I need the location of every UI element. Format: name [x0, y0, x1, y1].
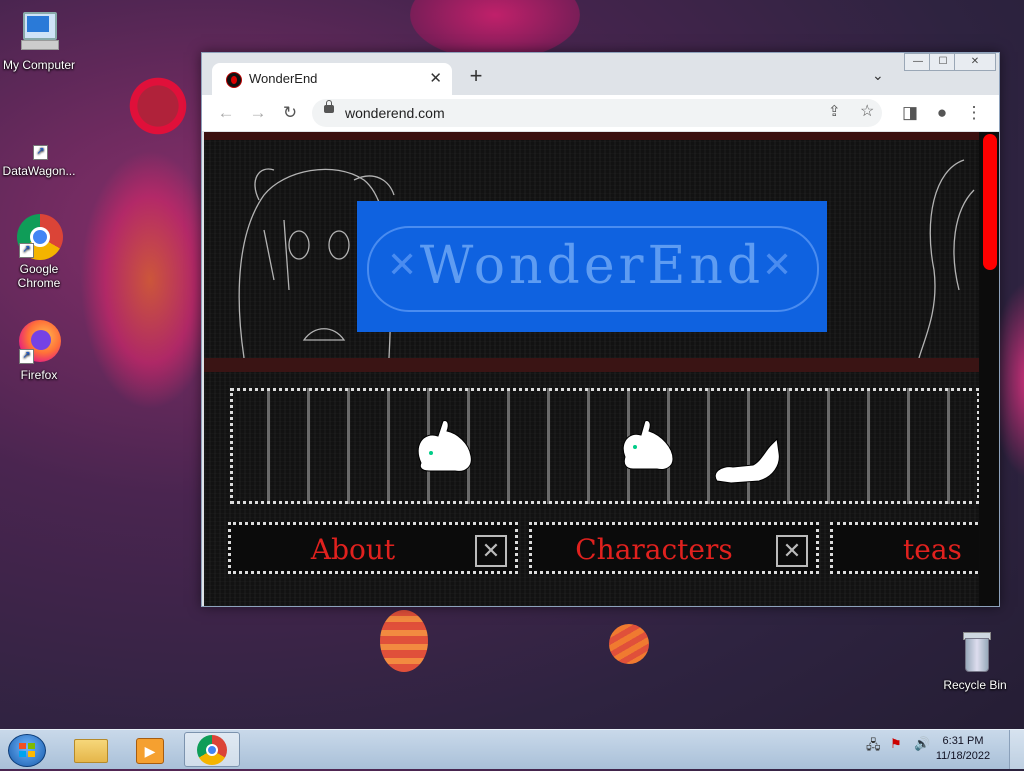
tab-close-icon[interactable]: ✕ [429, 69, 442, 87]
nav-label: About [310, 533, 396, 566]
address-bar[interactable]: wonderend.com ⇪ ☆ [312, 99, 882, 127]
scrollbar-thumb[interactable] [983, 134, 997, 270]
network-icon[interactable]: 🖧 [866, 736, 881, 758]
taskbar-media-player[interactable]: ▶ [122, 732, 178, 767]
close-box-icon: ✕ [776, 535, 808, 567]
nav-teas-button[interactable]: teas [830, 522, 990, 574]
folder-icon [74, 739, 108, 763]
lock-icon [324, 100, 334, 113]
url-text: wonderend.com [345, 105, 445, 121]
datawagon-icon: ↗ [17, 136, 61, 160]
menu-kebab-icon[interactable]: ⋮ [964, 103, 984, 123]
bunny-fence-banner [230, 388, 980, 504]
desktop-icon-label: Firefox [20, 368, 58, 382]
wonderend-page: ✕ ✕ WonderEnd About ✕ Characters ✕ teas [204, 132, 990, 606]
page-scrollbar[interactable] [979, 132, 999, 606]
tab-wonderend[interactable]: WonderEnd ✕ [212, 63, 452, 95]
forward-arrow-icon[interactable]: → [248, 103, 268, 123]
desktop-icon-firefox[interactable]: ↗ Firefox [0, 320, 78, 382]
tab-strip: WonderEnd ✕ + ⌄ — ☐ ✕ [202, 53, 999, 95]
close-window-button[interactable]: ✕ [954, 53, 996, 71]
bookmark-star-icon[interactable]: ☆ [860, 101, 874, 121]
side-panel-icon[interactable]: ◨ [900, 103, 920, 123]
media-player-icon: ▶ [136, 738, 164, 764]
desktop-icon-datawagon[interactable]: ↗ DataWagon... [0, 136, 78, 178]
clock-date: 11/18/2022 [935, 750, 991, 762]
windows-logo-icon [19, 743, 35, 757]
chrome-icon: ↗ [17, 214, 63, 260]
nav-label: Characters [575, 533, 733, 566]
recycle-bin-icon [953, 630, 997, 674]
site-favicon-icon [226, 72, 242, 88]
new-tab-button[interactable]: + [464, 64, 488, 88]
wallpaper-orb-left [380, 610, 428, 672]
wallpaper-sun [122, 70, 194, 142]
header-divider [204, 358, 979, 372]
chrome-center-icon [206, 744, 218, 756]
reload-icon[interactable]: ↻ [280, 103, 300, 123]
desktop-icon-label: Recycle Bin [943, 678, 1007, 692]
site-logo[interactable]: ✕ ✕ WonderEnd [357, 201, 827, 332]
show-desktop-button[interactable] [1009, 730, 1024, 769]
wallpaper-swirl [80, 150, 220, 410]
desktop-icon-recycle-bin[interactable]: Recycle Bin [936, 630, 1014, 692]
minimize-button[interactable]: — [904, 53, 932, 71]
share-icon[interactable]: ⇪ [828, 102, 841, 120]
computer-icon [17, 10, 61, 54]
tab-title: WonderEnd [249, 71, 318, 86]
system-clock[interactable]: 6:31 PM 11/18/2022 [928, 734, 998, 764]
logo-text: WonderEnd [419, 236, 765, 296]
desktop-icon-google-chrome[interactable]: ↗ Google Chrome [0, 214, 78, 290]
taskbar: ▶ 🖧 ⚑ 🔊 6:31 PM 11/18/2022 [0, 729, 1024, 769]
firefox-icon: ↗ [17, 320, 61, 364]
desktop-icon-label: My Computer [2, 58, 76, 72]
wallpaper-blob-top [410, 0, 580, 60]
desktop-icon-my-computer[interactable]: My Computer [0, 10, 78, 72]
action-center-flag-icon[interactable]: ⚑ [890, 736, 902, 752]
profile-avatar-icon[interactable]: ● [932, 103, 952, 123]
taskbar-file-explorer[interactable] [62, 732, 118, 767]
tab-search-chevron-icon[interactable]: ⌄ [872, 67, 884, 84]
shortcut-arrow-icon: ↗ [19, 349, 34, 364]
browser-toolbar: ← → ↻ wonderend.com ⇪ ☆ ◨ ● ⋮ [202, 95, 999, 131]
nav-label: teas [903, 533, 962, 566]
nav-about-button[interactable]: About ✕ [228, 522, 518, 574]
nav-characters-button[interactable]: Characters ✕ [529, 522, 819, 574]
start-button[interactable] [8, 734, 46, 767]
desktop-icon-label: Google Chrome [17, 262, 61, 290]
page-viewport[interactable]: ✕ ✕ WonderEnd About ✕ Characters ✕ teas [204, 132, 999, 606]
shortcut-arrow-icon: ↗ [19, 243, 34, 258]
close-box-icon: ✕ [475, 535, 507, 567]
maximize-button[interactable]: ☐ [929, 53, 957, 71]
shortcut-arrow-icon: ↗ [33, 145, 48, 160]
desktop-icon-label: DataWagon... [2, 164, 76, 178]
wallpaper-orb-right [609, 624, 649, 664]
browser-window[interactable]: WonderEnd ✕ + ⌄ — ☐ ✕ ← → ↻ wonderend.co… [201, 52, 1000, 607]
bunnies-illustration [417, 420, 780, 484]
back-arrow-icon[interactable]: ← [216, 103, 236, 123]
page-top-border [204, 132, 979, 140]
taskbar-chrome[interactable] [184, 732, 240, 767]
clock-time: 6:31 PM [942, 735, 984, 747]
